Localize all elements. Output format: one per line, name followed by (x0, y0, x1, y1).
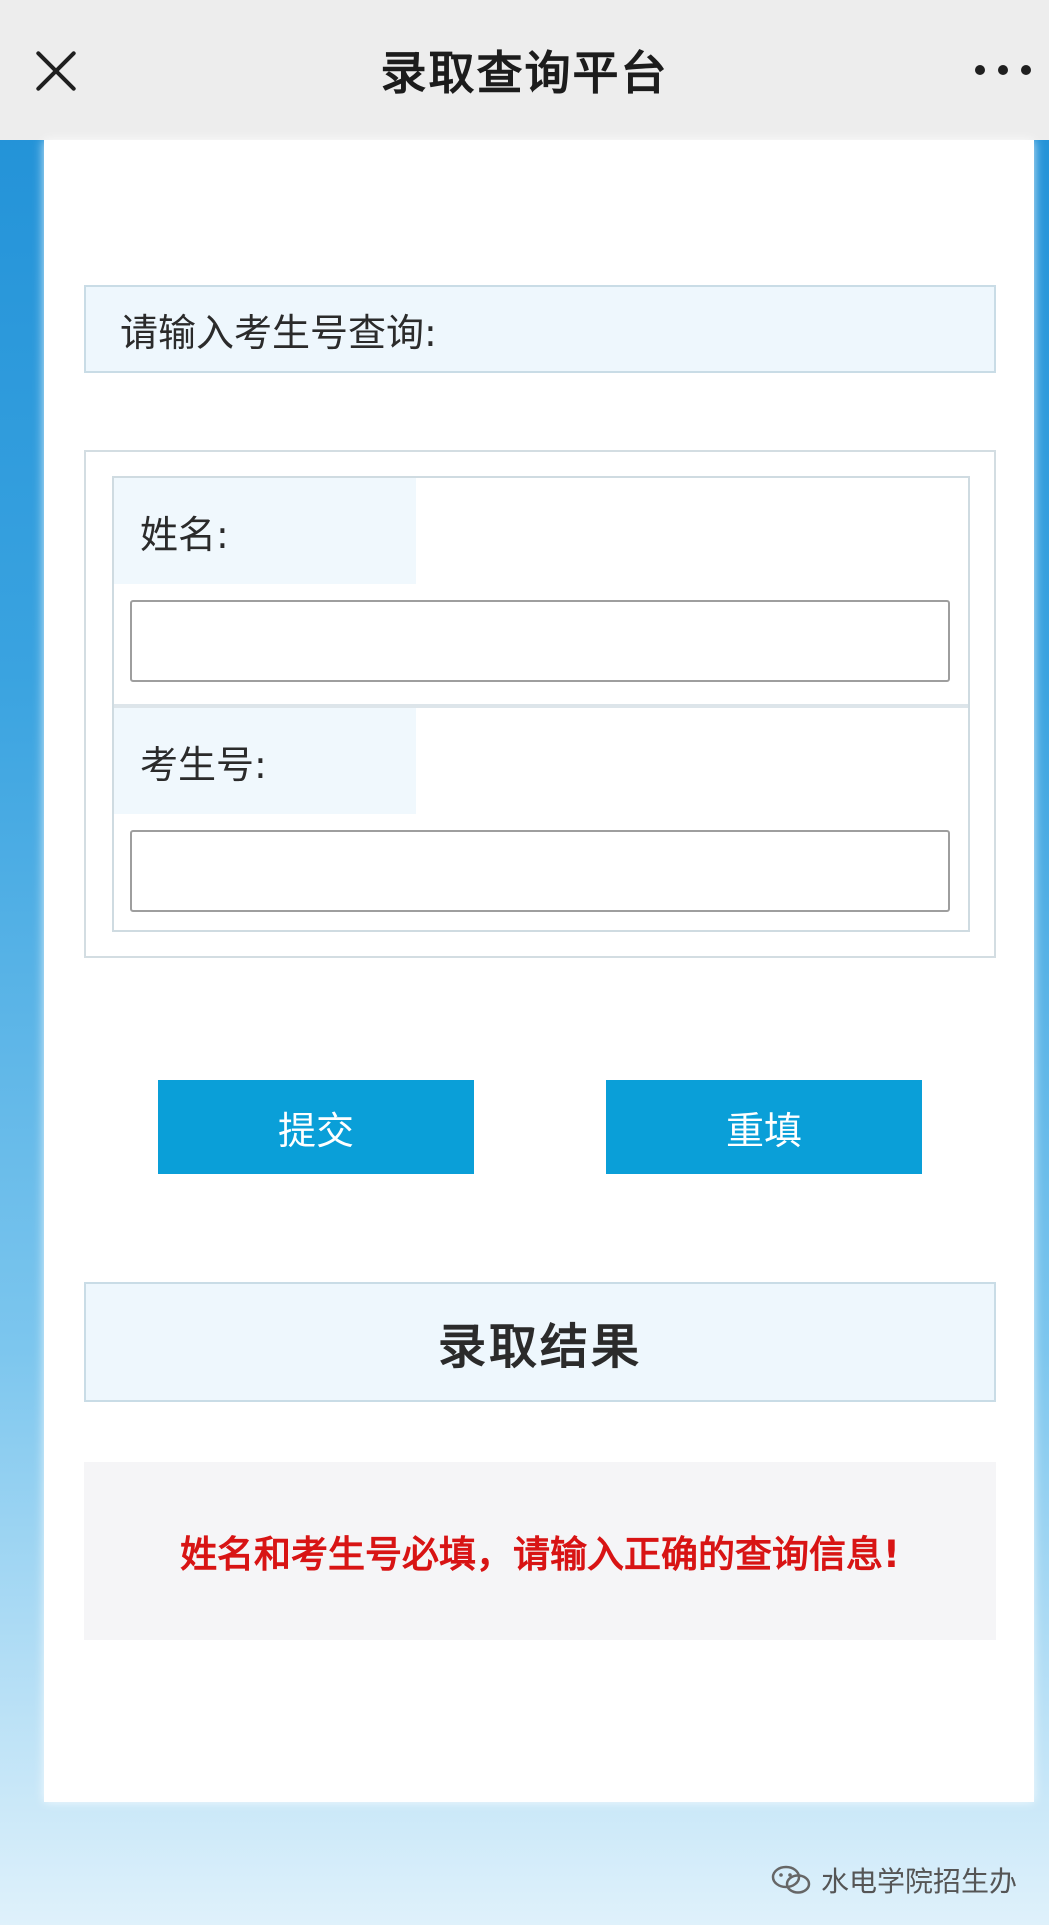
query-form: 姓名: 考生号: (84, 450, 996, 958)
result-message-panel: 姓名和考生号必填，请输入正确的查询信息! (84, 1462, 996, 1640)
page-title: 录取查询平台 (380, 46, 669, 100)
name-label: 姓名: (140, 512, 229, 557)
reset-button[interactable]: 重填 (606, 1080, 922, 1174)
more-dot (1021, 65, 1031, 75)
close-icon[interactable] (30, 46, 80, 96)
query-prompt-banner: 请输入考生号查询: (84, 285, 996, 373)
query-form-inner: 姓名: 考生号: (112, 476, 970, 932)
error-message: 姓名和考生号必填，请输入正确的查询信息! (180, 1533, 900, 1576)
query-prompt-text: 请输入考生号查询: (120, 310, 437, 355)
result-title: 录取结果 (437, 1319, 642, 1375)
query-card: 请输入考生号查询: 姓名: 考生号: 提交 重填 录取结果 姓名和考生号必填，请… (44, 140, 1034, 1802)
title-bar: 录取查询平台 (0, 0, 1049, 140)
wechat-icon (771, 1865, 811, 1895)
more-dot (975, 65, 985, 75)
watermark-text: 水电学院招生办 (820, 1865, 1017, 1898)
submit-button[interactable]: 提交 (158, 1080, 474, 1174)
more-icon[interactable] (975, 60, 1031, 80)
exam-id-row: 考生号: (114, 704, 968, 930)
exam-id-input[interactable] (130, 830, 950, 912)
name-label-cell: 姓名: (114, 478, 416, 584)
more-dot (998, 65, 1008, 75)
watermark: 水电学院招生办 (771, 1860, 1017, 1900)
name-row: 姓名: (114, 478, 968, 704)
exam-id-label: 考生号: (140, 742, 267, 787)
name-input[interactable] (130, 600, 950, 682)
exam-id-label-cell: 考生号: (114, 708, 416, 814)
result-header: 录取结果 (84, 1282, 996, 1402)
